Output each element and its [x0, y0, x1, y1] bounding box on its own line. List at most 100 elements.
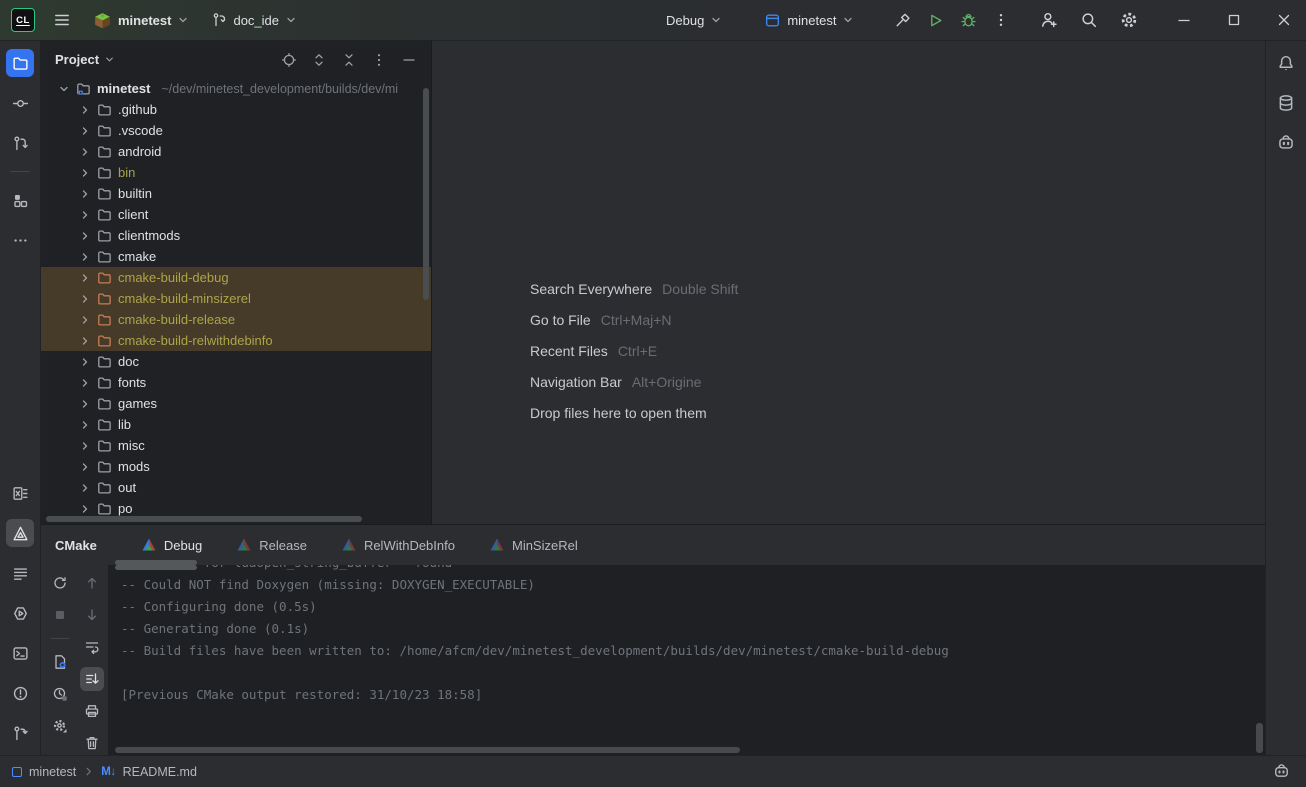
chevron-down-icon: [710, 14, 722, 26]
tree-row-selected[interactable]: cmake-build-minsizerel: [41, 288, 431, 309]
ai-assistant-button[interactable]: [1272, 129, 1300, 157]
tree-row[interactable]: fonts: [41, 372, 431, 393]
tree-row[interactable]: mods: [41, 456, 431, 477]
project-horizontal-scrollbar[interactable]: [46, 516, 362, 522]
collapse-all-button[interactable]: [337, 48, 361, 72]
database-button[interactable]: [1272, 89, 1300, 117]
ide-window: CL minetest: [0, 0, 1306, 787]
tree-row[interactable]: bin: [41, 162, 431, 183]
tree-item-label: android: [118, 144, 161, 159]
tree-row-selected[interactable]: cmake-build-debug: [41, 267, 431, 288]
terminal-toolwindow-button[interactable]: [6, 639, 34, 667]
project-panel-title[interactable]: Project: [55, 52, 115, 67]
minimize-button[interactable]: [1172, 8, 1196, 32]
run-button[interactable]: [923, 8, 948, 33]
next-message-button[interactable]: [80, 603, 104, 627]
cmake-tab-label: Release: [259, 538, 307, 553]
close-button[interactable]: [1272, 8, 1296, 32]
cmake-settings-button[interactable]: [48, 714, 72, 738]
cmake-console[interactable]: -- Looking for luaopen_string_buffer - f…: [108, 565, 1265, 755]
editor-area: Search EverywhereDouble Shift Go to File…: [432, 41, 1265, 524]
tree-item-label: bin: [118, 165, 135, 180]
code-with-me-button[interactable]: [1036, 7, 1062, 33]
cmake-toolwindow: CMake Debug: [41, 524, 1265, 755]
tree-row[interactable]: cmake: [41, 246, 431, 267]
tree-row[interactable]: builtin: [41, 183, 431, 204]
cmake-tab-release[interactable]: Release: [236, 537, 307, 553]
cmake-tab-debug[interactable]: Debug: [141, 537, 202, 553]
main-menu-button[interactable]: [49, 7, 75, 33]
cmake-tab-minsizerel[interactable]: MinSizeRel: [489, 537, 578, 553]
maximize-button[interactable]: [1222, 8, 1246, 32]
tree-row[interactable]: doc: [41, 351, 431, 372]
editor-shortcut-hints: Search EverywhereDouble Shift Go to File…: [530, 281, 738, 436]
debug-button[interactable]: [956, 8, 981, 33]
search-everywhere-button[interactable]: [1076, 7, 1102, 33]
project-vertical-scrollbar[interactable]: [423, 88, 429, 300]
stop-button[interactable]: [48, 603, 72, 627]
run-target-selector[interactable]: minetest: [758, 8, 860, 33]
shortcut-keys: Ctrl+E: [618, 343, 657, 359]
settings-button[interactable]: [1116, 7, 1142, 33]
project-toolwindow-button[interactable]: [6, 49, 34, 77]
tree-row[interactable]: .github: [41, 99, 431, 120]
tree-row[interactable]: games: [41, 393, 431, 414]
project-selector[interactable]: minetest: [87, 7, 195, 34]
show-history-button[interactable]: [48, 682, 72, 706]
more-toolwindows-button[interactable]: [6, 226, 34, 254]
soft-wrap-button[interactable]: [80, 635, 104, 659]
build-button[interactable]: [890, 8, 915, 33]
vcs-branch-selector[interactable]: doc_ide: [205, 8, 303, 32]
tree-row[interactable]: misc: [41, 435, 431, 456]
chevron-expanded-icon: [57, 82, 71, 96]
problems-toolwindow-button[interactable]: [6, 679, 34, 707]
console-vertical-scrollbar[interactable]: [1256, 723, 1263, 753]
cmake-header: CMake Debug: [41, 525, 1265, 565]
clear-all-button[interactable]: [80, 731, 104, 755]
tree-row[interactable]: lib: [41, 414, 431, 435]
git-toolwindow-button[interactable]: [6, 719, 34, 747]
commit-toolwindow-button[interactable]: [6, 89, 34, 117]
tree-row[interactable]: clientmods: [41, 225, 431, 246]
console-top-scrollbar[interactable]: [115, 565, 197, 570]
tree-row-root[interactable]: minetest ~/dev/minetest_development/buil…: [41, 78, 431, 99]
ai-assistant-status-button[interactable]: [1268, 759, 1294, 785]
tree-row-selected[interactable]: cmake-build-release: [41, 309, 431, 330]
window-controls: [1172, 8, 1296, 32]
console-line: -- Could NOT find Doxygen (missing: DOXY…: [121, 574, 1265, 596]
tree-row[interactable]: out: [41, 477, 431, 498]
pull-requests-toolwindow-button[interactable]: [6, 129, 34, 157]
reload-cmake-button[interactable]: [48, 571, 72, 595]
hamburger-icon: [53, 11, 71, 29]
print-button[interactable]: [80, 699, 104, 723]
prev-message-button[interactable]: [80, 571, 104, 595]
todo-toolwindow-button[interactable]: [6, 559, 34, 587]
chevron-right-icon: [83, 766, 94, 777]
tree-item-label: out: [118, 480, 136, 495]
select-opened-file-button[interactable]: [277, 48, 301, 72]
console-horizontal-scrollbar[interactable]: [115, 747, 740, 753]
notifications-button[interactable]: [1272, 49, 1300, 77]
tree-row[interactable]: client: [41, 204, 431, 225]
hide-panel-button[interactable]: [397, 48, 421, 72]
expand-all-button[interactable]: [307, 48, 331, 72]
structure-toolwindow-button[interactable]: [6, 186, 34, 214]
breadcrumb-project[interactable]: minetest: [29, 765, 76, 779]
scroll-to-end-button[interactable]: [80, 667, 104, 691]
csv-plugin-toolwindow-button[interactable]: [6, 479, 34, 507]
breadcrumb-file[interactable]: README.md: [123, 765, 197, 779]
chevron-down-icon: [104, 54, 115, 65]
services-toolwindow-button[interactable]: [6, 599, 34, 627]
project-tree: minetest ~/dev/minetest_development/buil…: [41, 78, 431, 519]
tree-row[interactable]: android: [41, 141, 431, 162]
run-config-selector[interactable]: Debug: [660, 9, 728, 32]
tree-row-selected[interactable]: cmake-build-relwithdebinfo: [41, 330, 431, 351]
cmake-tab-relwithdebinfo[interactable]: RelWithDebInfo: [341, 537, 455, 553]
panel-options-button[interactable]: [367, 48, 391, 72]
cmake-toolwindow-button[interactable]: [6, 519, 34, 547]
more-actions-button[interactable]: [989, 8, 1013, 32]
rail-divider: [10, 171, 30, 172]
tree-row[interactable]: .vscode: [41, 120, 431, 141]
open-cmake-cache-button[interactable]: [48, 650, 72, 674]
shortcut-keys: Alt+Origine: [632, 374, 702, 390]
